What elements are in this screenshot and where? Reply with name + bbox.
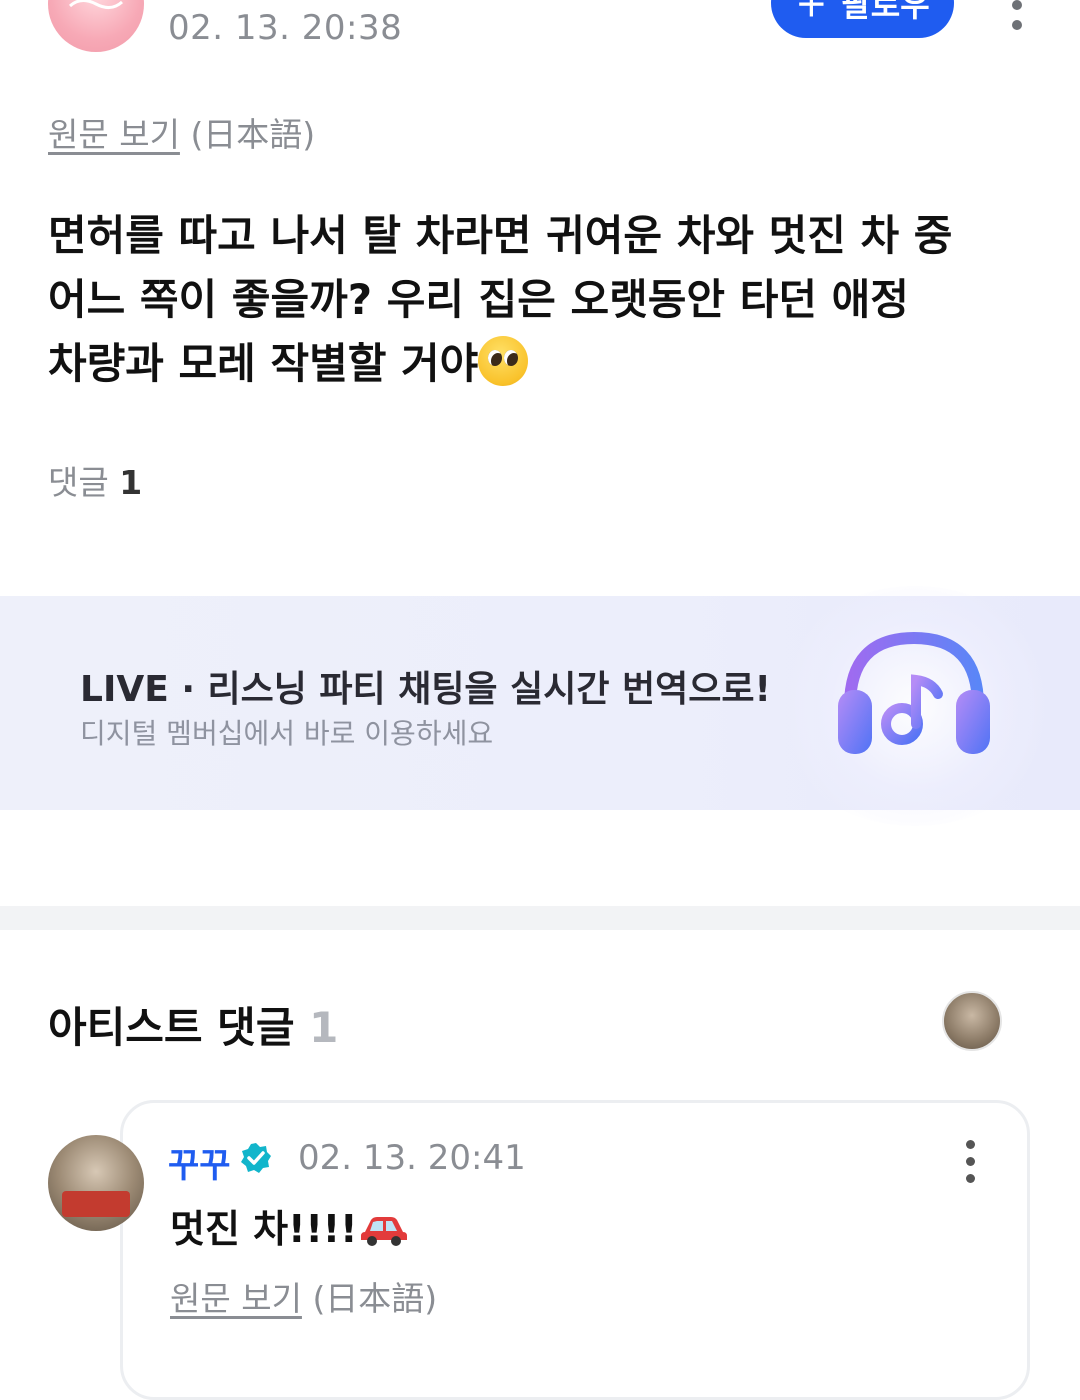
artist-comments-label: 아티스트 댓글 <box>48 1003 295 1052</box>
follow-button-label: 팔로우 <box>841 0 930 24</box>
post-body-line: 차량과 모레 작별할 거야 <box>48 332 988 396</box>
comment-author-avatar[interactable] <box>48 1135 144 1231</box>
comment-more-icon[interactable] <box>955 1140 985 1184</box>
comment-author-name[interactable]: 꾸꾸 <box>168 1138 231 1187</box>
section-divider <box>0 906 1080 930</box>
verified-badge-icon <box>240 1142 272 1178</box>
comment-view-original-row: 원문 보기 (日本語) <box>170 1272 437 1320</box>
post-body: 면허를 따고 나서 탈 차라면 귀여운 차와 멋진 차 중 어느 쪽이 좋을까?… <box>48 204 988 396</box>
view-original-row: 원문 보기 (日本語) <box>48 108 315 156</box>
view-original-link[interactable]: 원문 보기 <box>48 115 180 154</box>
comment-timestamp: 02. 13. 20:41 <box>298 1138 526 1178</box>
original-language: (日本語) <box>190 115 316 154</box>
banner-subtitle: 디지털 멤버십에서 바로 이용하세요 <box>80 717 494 750</box>
pleading-face-icon <box>478 336 529 386</box>
artist-comments-title: 아티스트 댓글 1 <box>48 994 338 1055</box>
comment-count[interactable]: 댓글 1 <box>48 456 142 504</box>
post-body-line: 어느 쪽이 좋을까? 우리 집은 오랫동안 타던 애정 <box>48 275 909 324</box>
comment-count-label: 댓글 <box>48 463 109 502</box>
artist-avatar[interactable] <box>942 991 1002 1051</box>
artist-comments-count: 1 <box>309 1003 339 1052</box>
car-icon <box>359 1211 409 1255</box>
banner-title: LIVE · 리스닝 파티 채팅을 실시간 번역으로! <box>80 669 771 710</box>
comment-view-original-link[interactable]: 원문 보기 <box>170 1279 302 1318</box>
comment-text: 멋진 차!!!! <box>170 1198 409 1255</box>
post-timestamp: 02. 13. 20:38 <box>168 8 403 48</box>
avatar-doodle-icon <box>68 0 124 9</box>
post-body-line: 면허를 따고 나서 탈 차라면 귀여운 차와 멋진 차 중 <box>48 211 953 260</box>
post-more-icon[interactable] <box>1000 0 1034 40</box>
comment-original-language: (日本語) <box>312 1279 438 1318</box>
plus-icon: ＋ <box>795 0 828 24</box>
author-avatar[interactable] <box>48 0 144 52</box>
headphones-music-icon <box>836 628 992 762</box>
follow-button[interactable]: ＋ 팔로우 <box>771 0 954 38</box>
comment-count-number: 1 <box>119 463 143 502</box>
